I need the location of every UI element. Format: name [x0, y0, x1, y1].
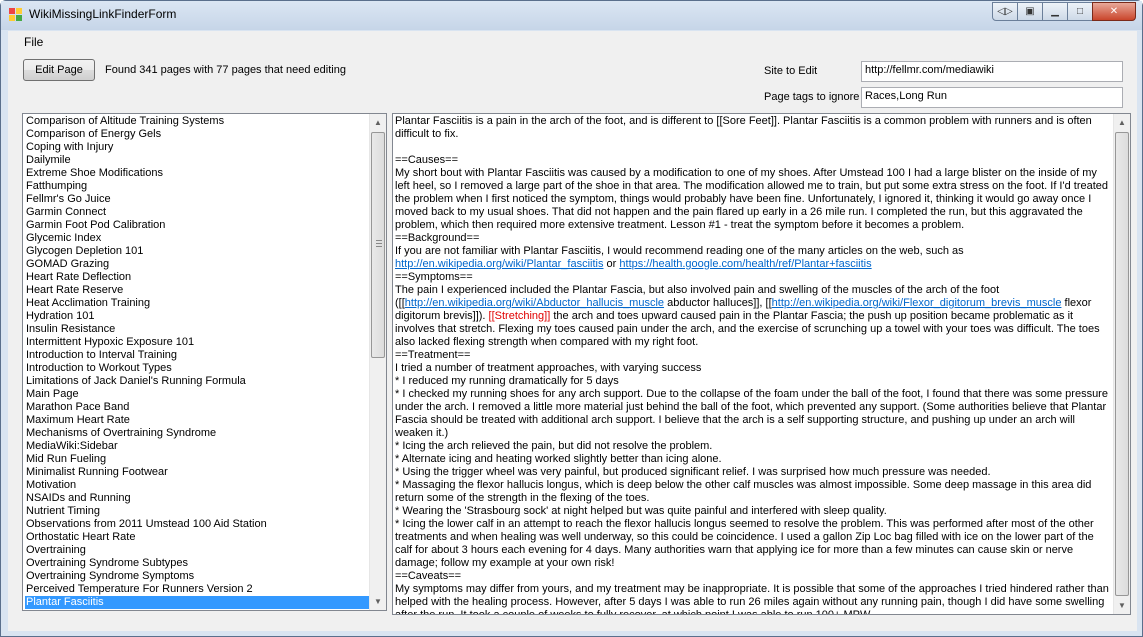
- status-text: Found 341 pages with 77 pages that need …: [105, 64, 346, 76]
- scroll-down-icon[interactable]: ▼: [1114, 597, 1130, 614]
- treatment-bullet: * Icing the lower calf in an attempt to …: [395, 518, 1097, 569]
- list-item[interactable]: Overtraining: [25, 544, 369, 557]
- list-item[interactable]: Fatthumping: [25, 180, 369, 193]
- app-icon: [9, 8, 23, 22]
- list-item[interactable]: Nutrient Timing: [25, 505, 369, 518]
- link-google-health[interactable]: https://health.google.com/health/ref/Pla…: [619, 258, 871, 270]
- back-forward-icon[interactable]: ◁▷: [992, 2, 1018, 21]
- restore-window-icon[interactable]: ▣: [1017, 2, 1043, 21]
- list-item[interactable]: Hydration 101: [25, 310, 369, 323]
- list-item[interactable]: Glycemic Index: [25, 232, 369, 245]
- treatment-bullet: * Wearing the 'Strasbourg sock' at night…: [395, 505, 887, 517]
- treatment-bullet: * Icing the arch relieved the pain, but …: [395, 440, 713, 452]
- list-item[interactable]: Introduction to Workout Types: [25, 362, 369, 375]
- list-item[interactable]: Comparison of Energy Gels: [25, 128, 369, 141]
- list-item[interactable]: Plantar Fasciitis: [25, 596, 369, 609]
- list-item[interactable]: Intermittent Hypoxic Exposure 101: [25, 336, 369, 349]
- maximize-button[interactable]: □: [1067, 2, 1093, 21]
- content-caveats-heading: ==Caveats==: [395, 570, 462, 582]
- treatment-bullet: * Using the trigger wheel was very painf…: [395, 466, 991, 478]
- list-item[interactable]: Heat Acclimation Training: [25, 297, 369, 310]
- list-item[interactable]: Marathon Pace Band: [25, 401, 369, 414]
- list-item[interactable]: Limitations of Jack Daniel's Running For…: [25, 375, 369, 388]
- client-area: File Edit Page Found 341 pages with 77 p…: [8, 31, 1137, 631]
- list-item[interactable]: NSAIDs and Running: [25, 492, 369, 505]
- list-item[interactable]: Motivation: [25, 479, 369, 492]
- list-item[interactable]: Main Page: [25, 388, 369, 401]
- list-item[interactable]: Observations from 2011 Umstead 100 Aid S…: [25, 518, 369, 531]
- site-label: Site to Edit: [764, 65, 818, 77]
- list-item[interactable]: Coping with Injury: [25, 141, 369, 154]
- list-item[interactable]: Garmin Connect: [25, 206, 369, 219]
- scroll-thumb[interactable]: [1115, 132, 1129, 596]
- scroll-thumb[interactable]: [371, 132, 385, 358]
- link-abductor[interactable]: http://en.wikipedia.org/wiki/Abductor_ha…: [405, 297, 664, 309]
- list-item[interactable]: GOMAD Grazing: [25, 258, 369, 271]
- content-background: If you are not familiar with Plantar Fas…: [395, 245, 964, 257]
- link-flexor[interactable]: http://en.wikipedia.org/wiki/Flexor_digi…: [772, 297, 1062, 309]
- list-item[interactable]: Heart Rate Reserve: [25, 284, 369, 297]
- treatment-bullet: * Alternate icing and heating worked sli…: [395, 453, 722, 465]
- content-symptoms-c: abductor halluces]], [[: [664, 297, 772, 309]
- list-item[interactable]: Dailymile: [25, 154, 369, 167]
- title-bar[interactable]: WikiMissingLinkFinderForm ◁▷ ▣ ▁ □ ✕: [1, 1, 1142, 30]
- list-item[interactable]: Extreme Shoe Modifications: [25, 167, 369, 180]
- close-button[interactable]: ✕: [1092, 2, 1136, 21]
- content-symptoms: The pain I experienced included the Plan…: [395, 284, 1000, 296]
- list-item[interactable]: Mid Run Fueling: [25, 453, 369, 466]
- scroll-up-icon[interactable]: ▲: [370, 114, 386, 131]
- list-item[interactable]: Garmin Foot Pod Calibration: [25, 219, 369, 232]
- content-background-heading: ==Background==: [395, 232, 480, 244]
- list-scrollbar[interactable]: ▲ ▼: [369, 114, 386, 610]
- list-item[interactable]: Introduction to Interval Training: [25, 349, 369, 362]
- window-title: WikiMissingLinkFinderForm: [29, 7, 177, 21]
- page-content-textarea[interactable]: Plantar Fasciitis is a pain in the arch …: [392, 113, 1131, 615]
- list-item[interactable]: Minimalist Running Footwear: [25, 466, 369, 479]
- content-caveats: My symptoms may differ from yours, and m…: [395, 583, 1109, 614]
- content-causes: My short bout with Plantar Fasciitis was…: [395, 167, 1112, 231]
- list-item[interactable]: Perceived Temperature For Runners Versio…: [25, 583, 369, 596]
- site-input[interactable]: http://fellmr.com/mediawiki: [861, 61, 1123, 82]
- list-item[interactable]: Heart Rate Deflection: [25, 271, 369, 284]
- menu-bar: File: [8, 31, 1137, 53]
- content-treatment-intro: I tried a number of treatment approaches…: [395, 362, 702, 374]
- content-causes-heading: ==Causes==: [395, 154, 458, 166]
- treatment-bullet: * I checked my running shoes for any arc…: [395, 388, 1112, 439]
- content-or: or: [603, 258, 620, 270]
- content-symptoms-b: ([[: [395, 297, 405, 309]
- treatment-bullet: * I reduced my running dramatically for …: [395, 375, 619, 387]
- minimize-button[interactable]: ▁: [1042, 2, 1068, 21]
- list-item[interactable]: MediaWiki:Sidebar: [25, 440, 369, 453]
- list-item[interactable]: Glycogen Depletion 101: [25, 245, 369, 258]
- content-symptoms-heading: ==Symptoms==: [395, 271, 473, 283]
- menu-file[interactable]: File: [24, 35, 43, 49]
- list-item[interactable]: Maximum Heart Rate: [25, 414, 369, 427]
- tags-input[interactable]: Races,Long Run: [861, 87, 1123, 108]
- pages-list: Comparison of Altitude Training Systems C…: [23, 114, 369, 610]
- stretching-link[interactable]: [[Stretching]]: [489, 310, 551, 322]
- scroll-up-icon[interactable]: ▲: [1114, 114, 1130, 131]
- list-item[interactable]: Comparison of Altitude Training Systems: [25, 115, 369, 128]
- list-item[interactable]: Mechanisms of Overtraining Syndrome: [25, 427, 369, 440]
- pages-listbox[interactable]: Comparison of Altitude Training Systems C…: [22, 113, 387, 611]
- content-treatment-heading: ==Treatment==: [395, 349, 471, 361]
- caption-buttons: ◁▷ ▣ ▁ □ ✕: [992, 2, 1136, 21]
- tags-label: Page tags to ignore: [764, 91, 860, 103]
- edit-page-button[interactable]: Edit Page: [23, 59, 95, 81]
- list-item[interactable]: Overtraining Syndrome Symptoms: [25, 570, 369, 583]
- link-wikipedia-plantar[interactable]: http://en.wikipedia.org/wiki/Plantar_fas…: [395, 258, 603, 270]
- page-content: Plantar Fasciitis is a pain in the arch …: [393, 114, 1113, 614]
- content-scrollbar[interactable]: ▲ ▼: [1113, 114, 1130, 614]
- list-item[interactable]: Fellmr's Go Juice: [25, 193, 369, 206]
- list-item[interactable]: Insulin Resistance: [25, 323, 369, 336]
- treatment-bullet: * Massaging the flexor hallucis longus, …: [395, 479, 1095, 504]
- scroll-down-icon[interactable]: ▼: [370, 593, 386, 610]
- list-item[interactable]: Overtraining Syndrome Subtypes: [25, 557, 369, 570]
- content-intro: Plantar Fasciitis is a pain in the arch …: [395, 115, 1095, 140]
- list-item[interactable]: Orthostatic Heart Rate: [25, 531, 369, 544]
- main-window: WikiMissingLinkFinderForm ◁▷ ▣ ▁ □ ✕ Fil…: [0, 0, 1143, 637]
